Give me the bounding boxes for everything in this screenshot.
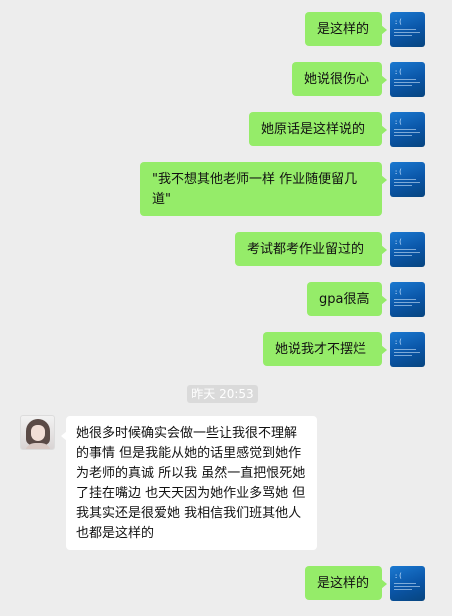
timestamp: 昨天 20:53 <box>187 385 258 403</box>
message-bubble-outgoing[interactable]: gpa很高 <box>307 282 387 316</box>
my-avatar-icon[interactable]: :( <box>390 162 425 197</box>
my-avatar-icon[interactable]: :( <box>390 112 425 147</box>
message-bubble-outgoing[interactable]: "我不想其他老师一样 作业随便留几道" <box>140 162 387 216</box>
message-bubble-outgoing[interactable]: 考试都考作业留过的 <box>235 232 387 266</box>
message-bubble-outgoing[interactable]: 她原话是这样说的 <box>249 112 387 146</box>
my-avatar-icon[interactable]: :( <box>390 566 425 601</box>
contact-avatar[interactable] <box>20 415 55 450</box>
my-avatar-icon[interactable]: :( <box>390 12 425 47</box>
my-avatar-icon[interactable]: :( <box>390 62 425 97</box>
message-bubble-outgoing[interactable]: 她说很伤心 <box>292 62 387 96</box>
my-avatar-icon[interactable]: :( <box>390 232 425 267</box>
message-bubble-outgoing[interactable]: 是这样的 <box>305 566 387 600</box>
my-avatar-icon[interactable]: :( <box>390 282 425 317</box>
my-avatar-icon[interactable]: :( <box>390 332 425 367</box>
message-bubble-outgoing[interactable]: 她说我才不摆烂 <box>263 332 387 366</box>
chat-window: 是这样的 :( 她说很伤心 :( 她原话是这样说的 :( "我不想其他老师一样 … <box>0 0 452 616</box>
message-bubble-outgoing[interactable]: 是这样的 <box>305 12 387 46</box>
message-bubble-incoming[interactable]: 她很多时候确实会做一些让我很不理解的事情 但是我能从她的话里感觉到她作为老师的真… <box>61 416 317 550</box>
